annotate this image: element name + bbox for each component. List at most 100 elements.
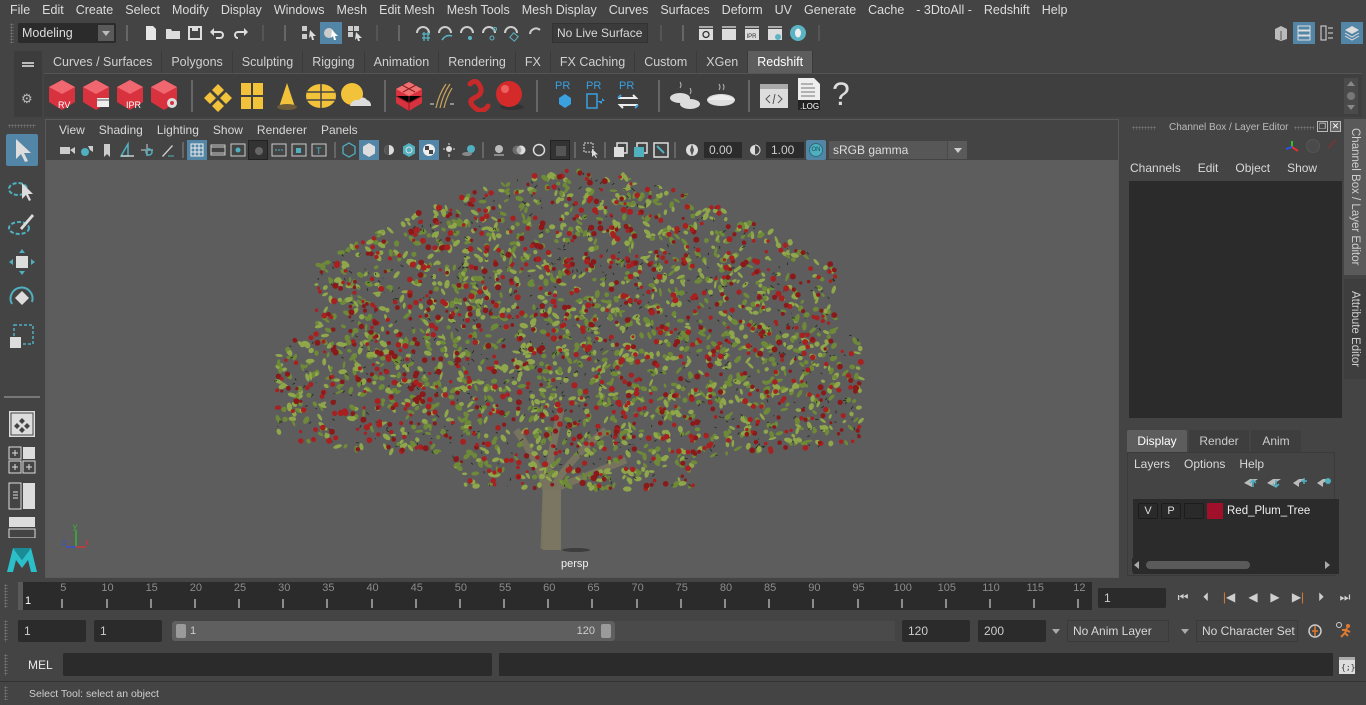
four-view-layout-button[interactable] [6,444,38,476]
new-layer-from-selection-icon[interactable] [1316,477,1332,489]
menu-create[interactable]: Create [70,0,120,20]
screen-space-ao-icon[interactable] [490,141,508,159]
redshift-dome-light-icon[interactable] [304,80,338,112]
step-back-frame-button[interactable]: ⏴ [1197,588,1215,606]
camera-attributes-icon[interactable] [78,141,96,159]
layer-playback-toggle[interactable]: P [1161,503,1181,519]
layer-tab-anim[interactable]: Anim [1251,430,1301,452]
redshift-ipr-icon[interactable]: IPR [114,78,146,112]
grip-handle[interactable] [1132,126,1156,130]
step-forward-key-button[interactable]: ▶| [1289,588,1307,606]
layer-color-swatch[interactable] [1207,503,1223,519]
layer-menu-options[interactable]: Options [1184,455,1225,473]
layer-name[interactable]: Red_Plum_Tree [1227,503,1310,519]
menu-mesh[interactable]: Mesh [331,0,374,20]
xray-joints-icon[interactable] [652,141,670,159]
channel-box-menu-edit[interactable]: Edit [1198,161,1219,175]
pr-export-icon[interactable]: PR [583,78,609,112]
animation-end-field[interactable]: 200 [978,620,1046,642]
select-component-icon[interactable] [346,24,364,42]
xray-icon[interactable] [612,141,630,159]
hypershade-icon[interactable] [789,24,807,42]
tool-settings-icon[interactable] [1318,24,1336,42]
layer-row[interactable]: V P Red_Plum_Tree [1133,502,1339,520]
move-tool-button[interactable] [6,246,38,278]
render-view-icon[interactable] [697,24,715,42]
shelf-tab-fx[interactable]: FX [515,51,551,73]
persp-graph-layout-button[interactable] [6,516,38,539]
use-all-lights-icon[interactable] [440,141,458,159]
character-set-dropdown[interactable]: No Character Set [1196,620,1298,642]
channel-box-list[interactable] [1129,181,1342,418]
select-hierarchy-icon[interactable] [300,24,318,42]
safe-action-icon[interactable] [290,141,308,159]
live-surface-field[interactable]: No Live Surface [552,23,648,43]
rotate-manipulator-icon[interactable] [1306,139,1320,153]
bake-textures-icon[interactable] [704,78,738,112]
channel-box-menu-show[interactable]: Show [1287,161,1317,175]
menu-windows[interactable]: Windows [268,0,331,20]
shelf-tab-polygons[interactable]: Polygons [162,51,233,73]
wireframe-icon[interactable] [340,141,358,159]
menu-display[interactable]: Display [215,0,268,20]
anim-layer-dropdown[interactable]: No Anim Layer [1067,620,1169,642]
gate-mask-toggle[interactable] [248,140,268,160]
save-scene-icon[interactable] [186,24,204,42]
snap-to-curve-icon[interactable] [436,24,454,42]
redshift-proxy-icon[interactable] [394,80,424,112]
layer-menu-help[interactable]: Help [1239,455,1264,473]
current-time-indicator[interactable] [18,582,23,610]
menu-edit[interactable]: Edit [36,0,70,20]
gamma-field[interactable]: 1.00 [766,142,804,158]
shelf-tab-rendering[interactable]: Rendering [439,51,516,73]
pr-proxy-icon[interactable]: PR [552,78,578,112]
log-file-icon[interactable]: .LOG [794,76,824,112]
scrollbar-thumb[interactable] [1146,561,1250,569]
two-d-pan-zoom-icon[interactable] [138,141,156,159]
range-slider[interactable]: 1 120 [172,621,615,641]
snap-to-projected-center-icon[interactable] [480,24,498,42]
shelf-menu-icon[interactable] [22,62,34,64]
shelf-tab-animation[interactable]: Animation [364,51,440,73]
select-object-mode-button[interactable] [320,22,342,44]
xray-active-components-icon[interactable] [632,141,650,159]
attribute-editor-toggle[interactable] [1293,22,1315,44]
menu-edit-mesh[interactable]: Edit Mesh [373,0,441,20]
menu-mesh-tools[interactable]: Mesh Tools [441,0,516,20]
new-scene-icon[interactable] [142,24,160,42]
menu-3dtoall[interactable]: - 3DtoAll - [910,0,978,20]
go-to-start-button[interactable]: ⏮ [1174,588,1192,606]
redshift-material-ball-icon[interactable] [494,80,526,112]
shelf-tab-sculpting[interactable]: Sculpting [232,51,304,73]
wireframe-on-shaded-icon[interactable] [400,141,418,159]
grip-handle[interactable] [8,124,36,128]
make-live-icon[interactable] [526,24,544,42]
paint-select-tool-button[interactable] [6,210,38,242]
grip-handle[interactable] [4,686,8,700]
render-current-frame-icon[interactable] [720,24,738,42]
redo-icon[interactable] [232,24,250,42]
redshift-hair-icon[interactable] [426,80,458,112]
script-editor-icon[interactable] [758,80,790,112]
current-frame-field[interactable]: 1 [1098,588,1166,608]
channel-box-menu-channels[interactable]: Channels [1130,161,1181,175]
grip-handle[interactable] [1294,126,1314,130]
field-chart-icon[interactable] [270,141,288,159]
menu-select[interactable]: Select [119,0,166,20]
layer-tab-render[interactable]: Render [1189,430,1249,452]
menu-curves[interactable]: Curves [603,0,655,20]
shelf-tab-fx-caching[interactable]: FX Caching [550,51,636,73]
textured-toggle[interactable] [419,140,439,160]
grid-toggle[interactable] [187,140,207,160]
gamma-icon[interactable] [746,141,764,159]
viewport-menu-show[interactable]: Show [206,120,250,140]
menu-cache[interactable]: Cache [862,0,910,20]
shelf-tab-xgen[interactable]: XGen [697,51,749,73]
multisample-aa-icon[interactable] [530,141,548,159]
snap-to-point-icon[interactable] [458,24,476,42]
character-set-chevron-icon[interactable] [1181,629,1189,634]
exposure-icon[interactable] [683,141,701,159]
menu-help[interactable]: Help [1036,0,1074,20]
render-settings-icon[interactable] [766,24,784,42]
single-perspective-layout-button[interactable] [6,408,38,440]
